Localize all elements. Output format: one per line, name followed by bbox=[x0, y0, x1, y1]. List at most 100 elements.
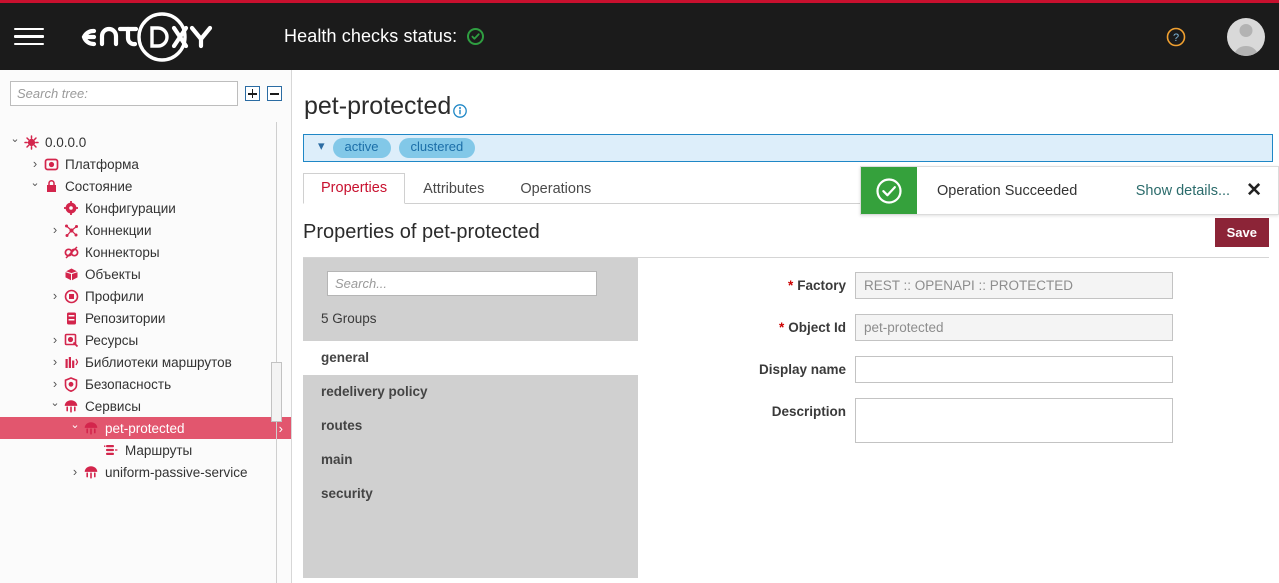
tree-item-label: Профили bbox=[85, 289, 144, 304]
close-icon[interactable]: ✕ bbox=[1246, 167, 1278, 214]
group-item-routes[interactable]: routes bbox=[303, 409, 638, 443]
tree-item-коннекторы[interactable]: Коннекторы bbox=[0, 241, 291, 263]
description-field[interactable] bbox=[855, 398, 1173, 443]
form-row: Display name bbox=[733, 356, 1173, 383]
tree-item-label: Сервисы bbox=[85, 399, 141, 414]
tree-item-платформа[interactable]: Платформа bbox=[0, 153, 291, 175]
tree-item-конфигурации[interactable]: Конфигурации bbox=[0, 197, 291, 219]
svg-text:?: ? bbox=[1173, 32, 1179, 44]
tree-search-row bbox=[0, 70, 291, 116]
tab-attributes[interactable]: Attributes bbox=[405, 174, 502, 204]
user-avatar-icon[interactable] bbox=[1227, 18, 1265, 56]
tree-item-маршруты[interactable]: Маршруты bbox=[0, 439, 291, 461]
check-circle-icon bbox=[861, 167, 917, 214]
health-checks-label: Health checks status: bbox=[284, 26, 457, 47]
field-label: Description bbox=[733, 398, 855, 419]
security-shield-icon bbox=[62, 376, 80, 392]
state-icon bbox=[42, 178, 60, 194]
chevron-right-icon[interactable] bbox=[28, 157, 42, 171]
group-item-main[interactable]: main bbox=[303, 443, 638, 477]
chevron-right-icon[interactable] bbox=[48, 377, 62, 391]
platform-icon bbox=[42, 156, 60, 172]
app-header: Health checks status: ? bbox=[0, 3, 1279, 70]
form-row: Description bbox=[733, 398, 1173, 443]
chevron-down-icon[interactable] bbox=[8, 137, 22, 148]
plus-box-icon[interactable] bbox=[245, 86, 260, 101]
tree-item-профили[interactable]: Профили bbox=[0, 285, 291, 307]
chevron-down-icon[interactable] bbox=[28, 181, 42, 192]
tree-item-label: Состояние bbox=[65, 179, 132, 194]
tree-item-label: Коннекторы bbox=[85, 245, 160, 260]
tree-item-0.0.0.0[interactable]: 0.0.0.0 bbox=[0, 131, 291, 153]
tree-item-сервисы[interactable]: Сервисы bbox=[0, 395, 291, 417]
field-label-text: Description bbox=[772, 404, 846, 419]
form-row: *Object Id bbox=[733, 314, 1173, 341]
group-item-security[interactable]: security bbox=[303, 477, 638, 511]
search-tree-input[interactable] bbox=[10, 81, 238, 106]
tree-item-label: Объекты bbox=[85, 267, 141, 282]
tree-item-библиотеки-маршрутов[interactable]: Библиотеки маршрутов bbox=[0, 351, 291, 373]
service-icon bbox=[82, 420, 100, 436]
save-button[interactable]: Save bbox=[1215, 218, 1269, 247]
resources-icon bbox=[62, 332, 80, 348]
notification-toast: Operation Succeeded Show details... ✕ bbox=[860, 166, 1279, 215]
check-circle-icon bbox=[467, 28, 484, 45]
tree-item-репозитории[interactable]: Репозитории bbox=[0, 307, 291, 329]
chevron-right-icon[interactable] bbox=[48, 333, 62, 347]
group-item-redelivery-policy[interactable]: redelivery policy bbox=[303, 375, 638, 409]
chevron-right-icon[interactable] bbox=[48, 355, 62, 369]
sidebar-scrollbar[interactable] bbox=[276, 122, 277, 583]
tree-item-безопасность[interactable]: Безопасность bbox=[0, 373, 291, 395]
gear-icon bbox=[62, 200, 80, 216]
tree-item-состояние[interactable]: Состояние bbox=[0, 175, 291, 197]
tree-item-коннекции[interactable]: Коннекции bbox=[0, 219, 291, 241]
help-circle-icon[interactable]: ? bbox=[1165, 26, 1187, 48]
tab-properties[interactable]: Properties bbox=[303, 173, 405, 204]
sidebar-scrollbar-thumb[interactable] bbox=[271, 362, 282, 422]
chevron-right-icon[interactable] bbox=[48, 289, 62, 303]
show-details-link[interactable]: Show details... bbox=[1136, 167, 1246, 214]
page-title-text: pet-protected bbox=[304, 92, 451, 121]
tree-item-label: Платформа bbox=[65, 157, 139, 172]
chevron-right-icon[interactable] bbox=[68, 465, 82, 479]
groups-search-input[interactable] bbox=[327, 271, 597, 296]
info-circle-icon[interactable] bbox=[453, 96, 467, 125]
object-id-field bbox=[855, 314, 1173, 341]
chevron-right-icon[interactable] bbox=[48, 223, 62, 237]
health-checks-status: Health checks status: bbox=[284, 26, 484, 47]
field-label-text: Factory bbox=[797, 278, 846, 293]
hamburger-icon[interactable] bbox=[14, 22, 44, 52]
tree-item-ресурсы[interactable]: Ресурсы bbox=[0, 329, 291, 351]
service-icon bbox=[82, 464, 100, 480]
group-item-general[interactable]: general bbox=[303, 341, 638, 375]
tree-item-label: Маршруты bbox=[125, 443, 192, 458]
status-bar[interactable]: ▾ active clustered bbox=[303, 134, 1273, 162]
field-label: Display name bbox=[733, 356, 855, 377]
factory-field bbox=[855, 272, 1173, 299]
tree-item-объекты[interactable]: Объекты bbox=[0, 263, 291, 285]
field-label: *Object Id bbox=[733, 314, 855, 335]
chevron-down-icon[interactable] bbox=[48, 401, 62, 412]
status-badge-clustered: clustered bbox=[399, 138, 476, 157]
chevron-down-icon[interactable]: ▾ bbox=[318, 138, 325, 154]
minus-box-icon[interactable] bbox=[267, 86, 282, 101]
page-title: pet-protected bbox=[292, 70, 1279, 125]
display-name-field[interactable] bbox=[855, 356, 1173, 383]
tree-item-label: Репозитории bbox=[85, 311, 165, 326]
tree-item-label: Библиотеки маршрутов bbox=[85, 355, 232, 370]
groups-search-row bbox=[303, 258, 638, 296]
root-node-icon bbox=[22, 134, 40, 150]
tree-item-detail-chevron-icon[interactable]: › bbox=[279, 421, 283, 436]
status-badge-active: active bbox=[333, 138, 391, 157]
avatar-body bbox=[1234, 46, 1259, 56]
tree-item-label: Ресурсы bbox=[85, 333, 138, 348]
tree-item-pet-protected[interactable]: pet-protected› bbox=[0, 417, 291, 439]
tab-operations[interactable]: Operations bbox=[502, 174, 609, 204]
content-area: pet-protected ▾ active clustered Propert… bbox=[292, 70, 1279, 583]
groups-count-label: 5 Groups bbox=[303, 296, 638, 341]
entaxy-logo bbox=[64, 9, 222, 65]
tree-item-label: Конфигурации bbox=[85, 201, 176, 216]
chevron-down-icon[interactable] bbox=[68, 423, 82, 434]
panel-body: 5 Groups generalredelivery policyroutesm… bbox=[303, 258, 1279, 578]
tree-item-uniform-passive-service[interactable]: uniform-passive-service bbox=[0, 461, 291, 483]
